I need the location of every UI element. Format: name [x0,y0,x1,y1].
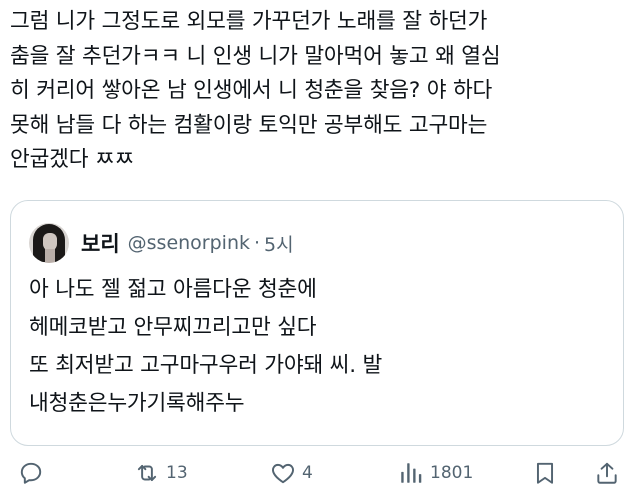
tweet-text-line: 히 커리어 쌓아온 남 인생에서 니 청춘을 찾음? 야 하다 [10,78,493,103]
reply-icon [20,462,42,484]
like-count: 4 [302,463,313,483]
heart-icon [272,463,294,484]
quoted-tweet-card[interactable]: 보리 @ssenorpink · 5시 아 나도 젤 젊고 아름다운 청춘에 헤… [10,200,624,446]
action-bar: 13 4 1801 [0,455,640,491]
tweet-text-line: 춤을 잘 추던가ㅋㅋ 니 인생 니가 말아먹어 놓고 왜 열심 [10,43,501,69]
quoted-text-line: 헤메코받고 안무찌끄리고만 싶다 [29,315,317,340]
tweet-text-line: 그럼 니가 그정도로 외모를 가꾸던가 노래를 잘 하던가 [10,9,488,34]
quoted-text-line: 내청춘은누가기록해주누 [29,391,245,416]
views-count: 1801 [430,463,474,483]
quoted-timestamp[interactable]: 5시 [264,230,294,257]
quoted-text-line: 또 최저받고 고구마구우러 가야돼 씨. 발 [29,353,383,378]
quoted-handle[interactable]: @ssenorpink [128,232,250,254]
views-icon [401,463,422,483]
separator-dot: · [254,232,261,254]
quoted-tweet-text: 아 나도 젤 젊고 아름다운 청춘에 헤메코받고 안무찌끄리고만 싶다 또 최저… [29,271,609,423]
tweet-text-line: 안굽겠다 ㅉㅉ [10,147,135,172]
bookmark-icon [536,462,554,484]
share-icon [597,462,617,484]
share-button[interactable] [594,455,620,491]
quoted-text-line: 아 나도 젤 젊고 아름다운 청춘에 [29,277,317,302]
retweet-count: 13 [166,463,188,483]
avatar[interactable] [29,223,69,263]
reply-button[interactable] [18,455,44,491]
retweet-icon [137,464,157,482]
bookmark-button[interactable] [532,455,558,491]
retweet-button[interactable]: 13 [134,455,188,491]
quoted-display-name[interactable]: 보리 [81,228,120,258]
quoted-tweet-header: 보리 @ssenorpink · 5시 [29,223,294,263]
like-button[interactable]: 4 [270,455,313,491]
tweet-text-line: 못해 남들 다 하는 컴활이랑 토익만 공부해도 고구마는 [10,112,488,138]
tweet-text: 그럼 니가 그정도로 외모를 가꾸던가 노래를 잘 하던가 춤을 잘 추던가ㅋㅋ… [10,5,630,178]
views-button[interactable]: 1801 [398,455,473,491]
